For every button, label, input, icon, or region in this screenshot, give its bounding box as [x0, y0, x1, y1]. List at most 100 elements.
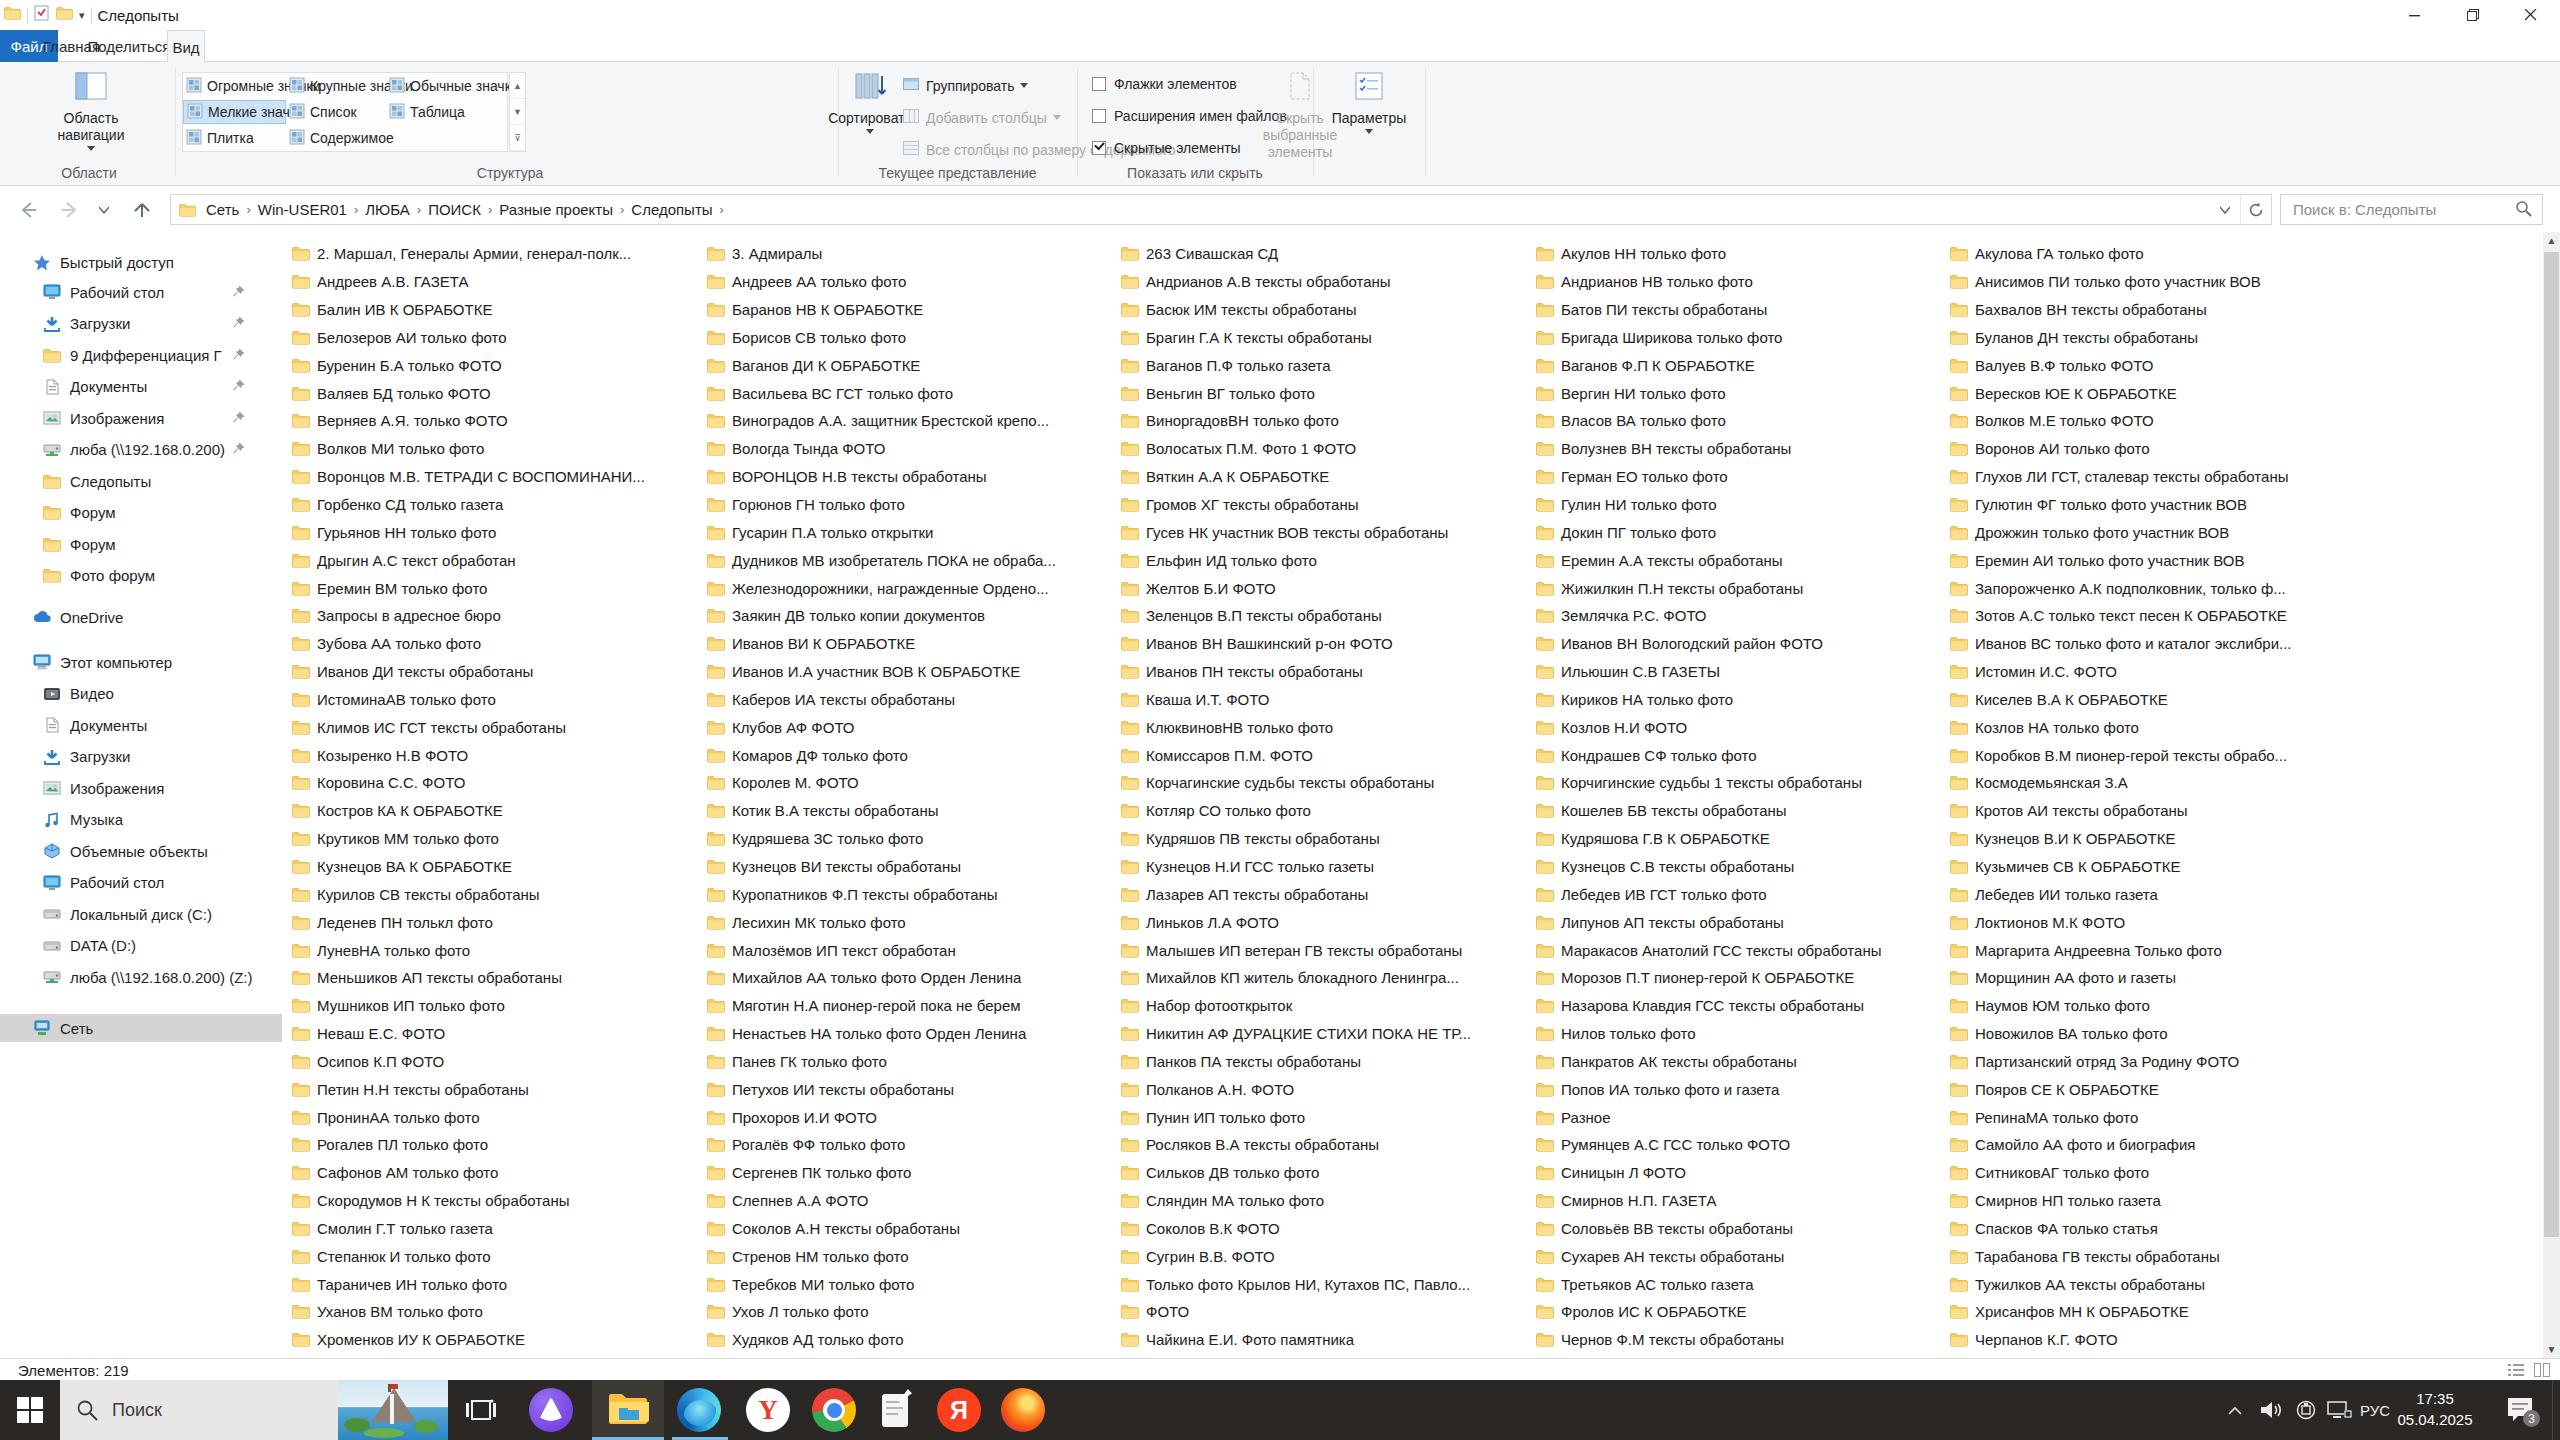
sidebar-item-pc-2[interactable]: Загрузки	[0, 743, 292, 771]
file-item[interactable]: ПронинАА только фото	[292, 1103, 698, 1131]
file-item[interactable]: Баранов НВ К ОБРАБОТКЕ	[707, 296, 1113, 324]
file-item[interactable]: Куропатников Ф.П тексты обработаны	[707, 880, 1113, 908]
layout-scroll-up-icon[interactable]: ▲	[510, 73, 525, 99]
file-item[interactable]: ИстоминаАВ только фото	[292, 686, 698, 714]
file-item[interactable]: Гусев НК участник ВОВ тексты обработаны	[1121, 518, 1527, 546]
file-item[interactable]: Румянцев А.С ГСС только ФОТО	[1536, 1131, 1942, 1159]
file-item[interactable]: Кузнецов В.И К ОБРАБОТКЕ	[1950, 825, 2356, 853]
file-item[interactable]: Гурьянов НН только фото	[292, 518, 698, 546]
file-item[interactable]: Кузнецов Н.И ГСС только газеты	[1121, 853, 1527, 881]
sidebar-item-2[interactable]: 9 Дифференциация Г	[0, 341, 292, 369]
clock[interactable]: 17:35 05.04.2025	[2390, 1388, 2480, 1430]
file-item[interactable]: Попов ИА только фото и газета	[1536, 1075, 1942, 1103]
file-item[interactable]: Бахвалов ВН тексты обработаны	[1950, 296, 2356, 324]
file-item[interactable]: Сафонов АМ только фото	[292, 1159, 698, 1187]
file-item[interactable]: РепинаМА только фото	[1950, 1103, 2356, 1131]
chrome-taskbar-button[interactable]	[802, 1380, 866, 1440]
file-item[interactable]: Маракасов Анатолий ГСС тексты обработаны	[1536, 936, 1942, 964]
file-item[interactable]: Власов ВА только фото	[1536, 407, 1942, 435]
sidebar-item-5[interactable]: люба (\\192.168.0.200)	[0, 436, 292, 464]
file-item[interactable]: Кузнецов ВИ тексты обработаны	[707, 853, 1113, 881]
file-item[interactable]: Киселев В.А К ОБРАБОТКЕ	[1950, 686, 2356, 714]
file-item[interactable]: Васильева ВС ГСТ только фото	[707, 379, 1113, 407]
file-item[interactable]: Петухов ИИ тексты обработаны	[707, 1075, 1113, 1103]
file-item[interactable]: Нилов только фото	[1536, 1020, 1942, 1048]
layout-option-3[interactable]: Обычные значки	[386, 74, 496, 98]
sidebar-item-pc-3[interactable]: Изображения	[0, 774, 292, 802]
file-item[interactable]: Хроменков ИУ К ОБРАБОТКЕ	[292, 1326, 698, 1354]
file-item[interactable]: Горюнов ГН только фото	[707, 491, 1113, 519]
breadcrumb-separator-icon[interactable]: ›	[414, 202, 424, 217]
file-item[interactable]: Кузнецов С.В тексты обработаны	[1536, 853, 1942, 881]
file-item[interactable]: Корчагинские судьбы тексты обработаны	[1121, 769, 1527, 797]
sidebar-item-pc-0[interactable]: Видео	[0, 680, 292, 708]
show-desktop-button[interactable]	[2552, 1380, 2560, 1440]
file-item[interactable]: Акулова ГА только фото	[1950, 240, 2356, 268]
file-item[interactable]: Кошелев БВ тексты обработаны	[1536, 797, 1942, 825]
sidebar-item-pc-5[interactable]: Объемные объекты	[0, 837, 292, 865]
edge-taskbar-button[interactable]	[664, 1380, 734, 1440]
file-item[interactable]: Иванов ВН Вашкинский р-он ФОТО	[1121, 630, 1527, 658]
file-item[interactable]: ВиноргадовВН только фото	[1121, 407, 1527, 435]
file-item[interactable]: Запросы в адресное бюро	[292, 602, 698, 630]
file-item[interactable]: Космодемьянская З.А	[1950, 769, 2356, 797]
file-item[interactable]: Малышев ИП ветеран ГВ тексты обработаны	[1121, 936, 1527, 964]
file-item[interactable]: Кудряшова Г.В К ОБРАБОТКЕ	[1536, 825, 1942, 853]
close-button[interactable]	[2502, 0, 2560, 30]
file-item[interactable]: Только фото Крылов НИ, Кутахов ПС, Павло…	[1121, 1270, 1527, 1298]
firefox-taskbar-button[interactable]	[992, 1380, 1054, 1440]
file-item[interactable]: Волузнев ВН тексты обработаны	[1536, 435, 1942, 463]
file-item[interactable]: Смирнов НП только газета	[1950, 1187, 2356, 1215]
file-item[interactable]: Полканов А.Н. ФОТО	[1121, 1075, 1527, 1103]
usb-device-icon[interactable]	[2290, 1380, 2322, 1440]
file-item[interactable]: Мяготин Н.А пионер-герой пока не берем	[707, 992, 1113, 1020]
file-item[interactable]: Истомин И.С. ФОТО	[1950, 658, 2356, 686]
file-item[interactable]: Буренин Б.А только ФОТО	[292, 351, 698, 379]
file-item[interactable]: Мушников ИП только фото	[292, 992, 698, 1020]
file-item[interactable]: Росляков В.А тексты обработаны	[1121, 1131, 1527, 1159]
navigation-pane-button[interactable]: Область навигации	[48, 70, 134, 151]
sidebar-item-pc-9[interactable]: люба (\\192.168.0.200) (Z:)	[0, 963, 292, 991]
recent-locations-icon[interactable]	[92, 187, 116, 232]
file-explorer-taskbar-button[interactable]	[592, 1380, 664, 1440]
file-item[interactable]: Ваганов Ф.П К ОБРАБОТКЕ	[1536, 351, 1942, 379]
file-item[interactable]: Заякин ДВ только копии документов	[707, 602, 1113, 630]
file-item[interactable]: Иванов ПН тексты обработаны	[1121, 658, 1527, 686]
file-item[interactable]: ВОРОНЦОВ Н.В тексты обработаны	[707, 463, 1113, 491]
tray-expand-icon[interactable]	[2220, 1380, 2250, 1440]
file-item[interactable]: Ухов Л только фото	[707, 1298, 1113, 1326]
scroll-down-icon[interactable]: ▼	[2543, 1341, 2560, 1358]
file-item[interactable]: Землячка Р.С. ФОТО	[1536, 602, 1942, 630]
file-item[interactable]: Малозёмов ИП текст обработан	[707, 936, 1113, 964]
file-item[interactable]: Назарова Клавдия ГСС тексты обработаны	[1536, 992, 1942, 1020]
file-item[interactable]: Климов ИС ГСТ тексты обработаны	[292, 713, 698, 741]
breadcrumb-separator-icon[interactable]: ›	[617, 202, 627, 217]
file-item[interactable]: Тараничев ИН только фото	[292, 1270, 698, 1298]
file-item[interactable]: Каберов ИА тексты обработаны	[707, 686, 1113, 714]
file-item[interactable]: Коровина С.С. ФОТО	[292, 769, 698, 797]
file-item[interactable]: Клубов АФ ФОТО	[707, 713, 1113, 741]
file-item[interactable]: Морозов П.Т пионер-герой К ОБРАБОТКЕ	[1536, 964, 1942, 992]
layout-more-icon[interactable]: ⊽	[510, 125, 525, 151]
file-item[interactable]: Хрисанфов МН К ОБРАБОТКЕ	[1950, 1298, 2356, 1326]
file-item[interactable]: Соколов В.К ФОТО	[1121, 1215, 1527, 1243]
file-item[interactable]: Виноградов А.А. защитник Брестской крепо…	[707, 407, 1113, 435]
sidebar-item-pc-1[interactable]: Документы	[0, 711, 292, 739]
file-item[interactable]: Панков ПА тексты обработаны	[1121, 1047, 1527, 1075]
file-item[interactable]: Гулин НИ только фото	[1536, 491, 1942, 519]
file-item[interactable]: Липунов АП тексты обработаны	[1536, 908, 1942, 936]
sidebar-item-7[interactable]: Форум	[0, 499, 292, 527]
new-folder-icon[interactable]	[56, 6, 73, 24]
group-by-button[interactable]: Группировать	[903, 76, 1028, 95]
file-item[interactable]: Кириков НА только фото	[1536, 686, 1942, 714]
file-item[interactable]: Дудников МВ изобретатель ПОКА не обраба.…	[707, 546, 1113, 574]
file-item[interactable]: Акулов НН только фото	[1536, 240, 1942, 268]
address-dropdown-icon[interactable]	[2210, 195, 2240, 224]
file-item[interactable]: Козлов НА только фото	[1950, 713, 2356, 741]
file-item[interactable]: Наумов ЮМ только фото	[1950, 992, 2356, 1020]
file-item[interactable]: Панкратов АК тексты обработаны	[1536, 1047, 1942, 1075]
file-item[interactable]: Скородумов Н К тексты обработаны	[292, 1187, 698, 1215]
file-item[interactable]: Лазарев АП тексты обработаны	[1121, 880, 1527, 908]
sidebar-item-6[interactable]: Следопыты	[0, 467, 292, 495]
file-item[interactable]: Иванов ВН Вологодский район ФОТО	[1536, 630, 1942, 658]
